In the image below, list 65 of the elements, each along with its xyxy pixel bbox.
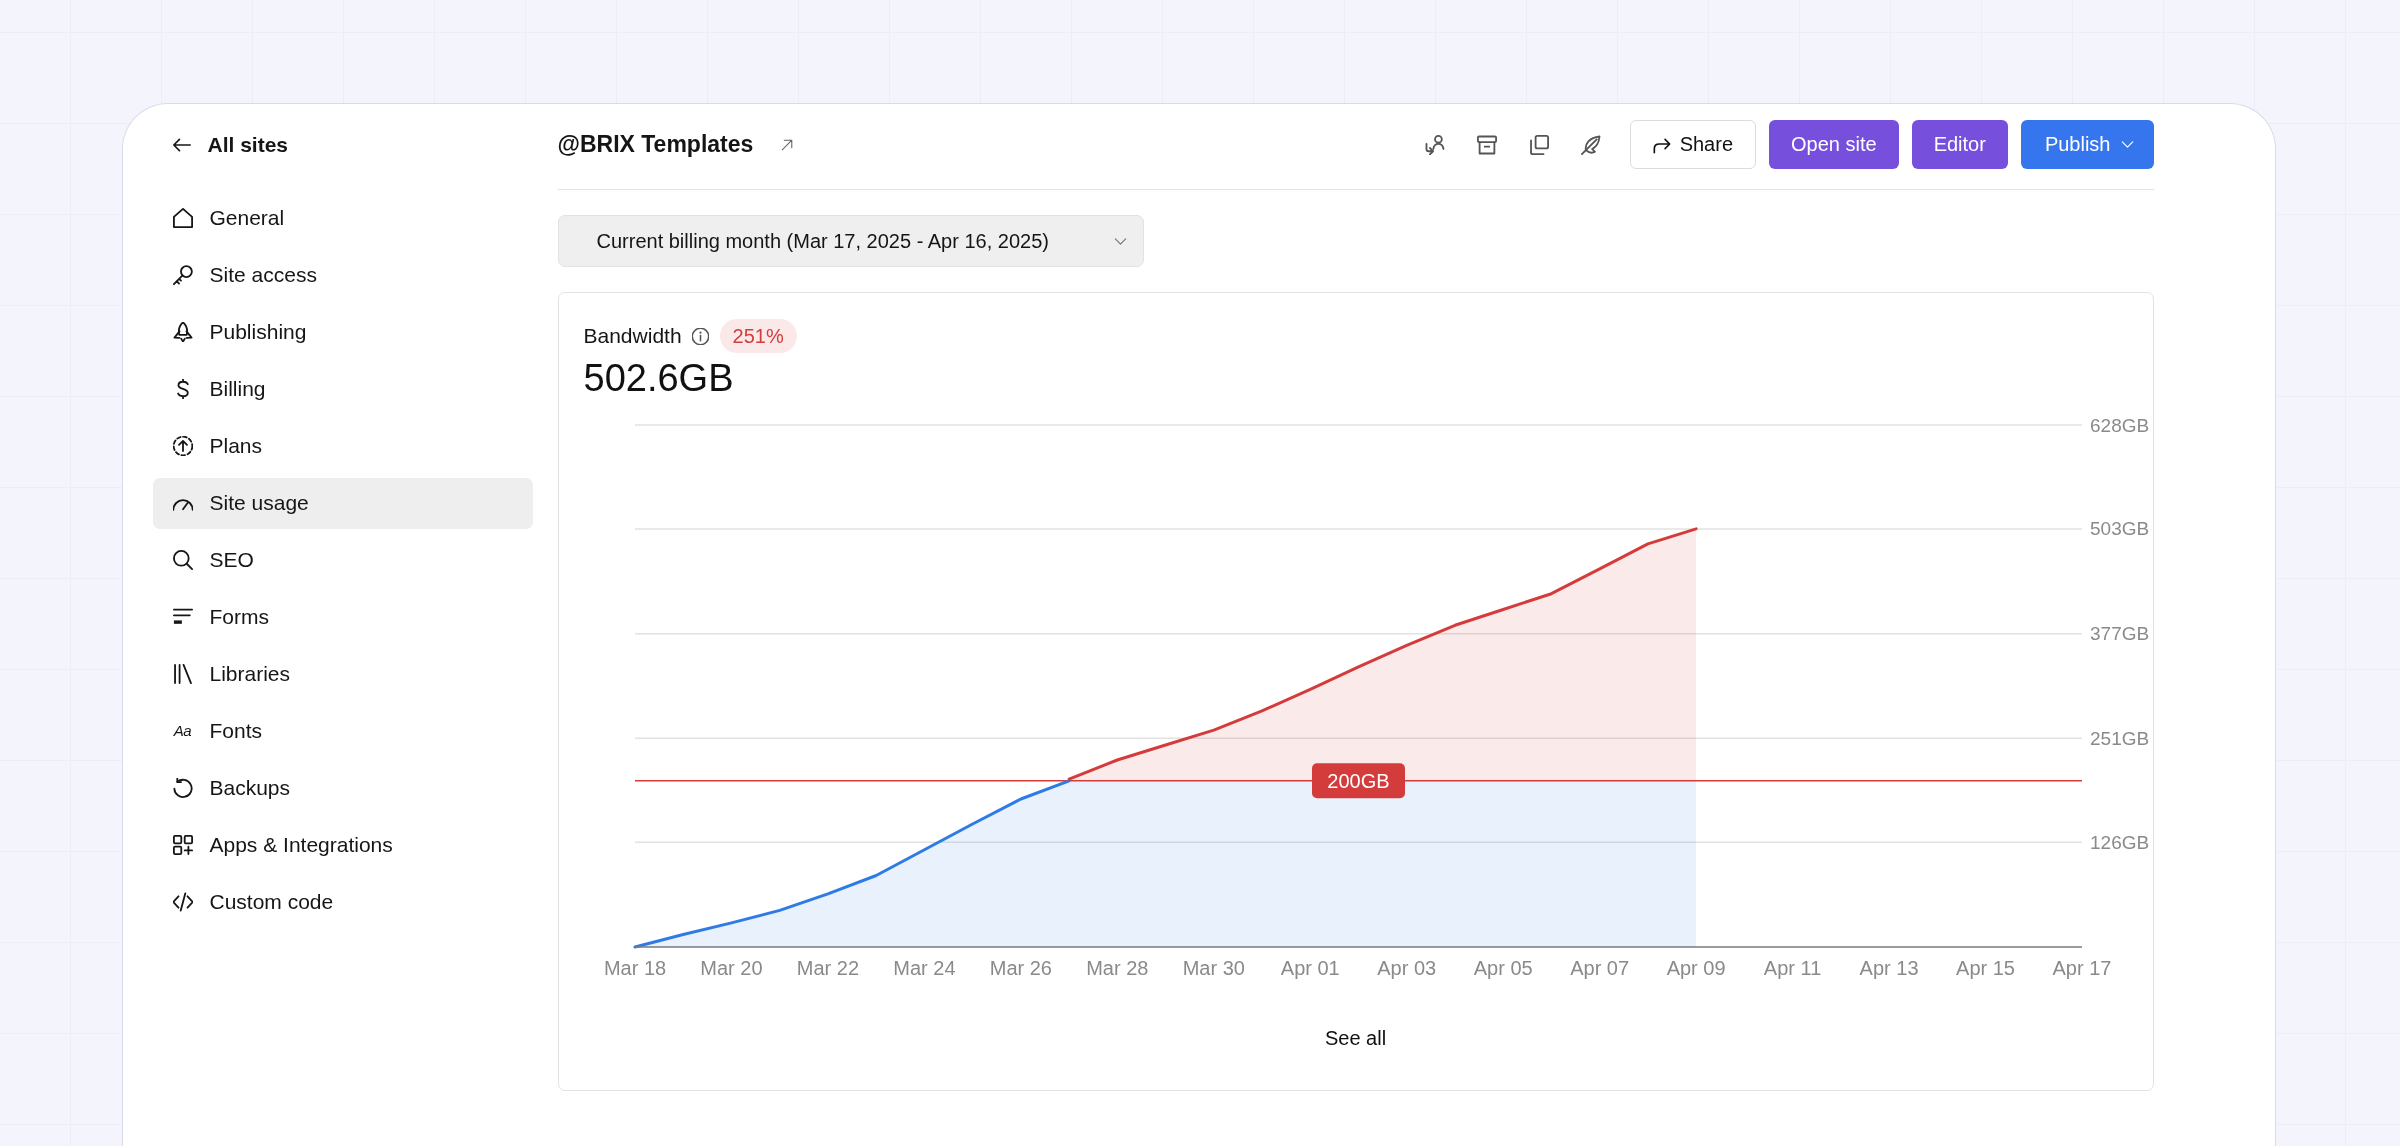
dashed-circle-arrow-icon: [172, 436, 193, 456]
person-arrow-icon[interactable]: [1424, 134, 1445, 155]
x-axis-label: Apr 07: [1569, 956, 1629, 979]
nav-item[interactable]: Publishing: [152, 306, 533, 358]
ref-line-label: 200GB: [1326, 769, 1390, 792]
nav-item[interactable]: Aa Fonts: [152, 705, 533, 757]
apps-grid-icon: [172, 835, 193, 855]
nav-item[interactable]: Forms: [152, 591, 533, 643]
code-icon: [172, 892, 193, 912]
nav-item[interactable]: Custom code: [152, 876, 533, 928]
house-icon: [172, 208, 193, 228]
x-axis-label: Mar 18: [603, 956, 666, 979]
site-title: @BRIX Templates: [557, 131, 754, 158]
period-dropdown[interactable]: Current billing month (Mar 17, 2025 - Apr 16, 2025): [557, 215, 1144, 267]
see-all-link[interactable]: See all: [1324, 1026, 1387, 1049]
x-axis-label: Mar 20: [699, 956, 763, 979]
x-axis-label: Mar 22: [796, 956, 859, 979]
nav-item[interactable]: SEO: [152, 534, 533, 586]
x-axis-label: Mar 26: [989, 956, 1052, 979]
limit-badge: 200GB: [1311, 762, 1405, 798]
search-icon: [172, 550, 193, 570]
chevron-down-icon: [2120, 138, 2134, 151]
metric-label: Bandwidth: [583, 324, 682, 348]
x-axis-label: Apr 15: [1955, 956, 2015, 979]
nav-item[interactable]: Plans: [152, 420, 533, 472]
x-axis-label: Apr 17: [2052, 956, 2111, 979]
nav-item[interactable]: Apps & Integrations: [152, 819, 533, 871]
x-axis-label: Apr 03: [1376, 956, 1436, 979]
y-axis-label: 503GB: [2089, 517, 2149, 539]
x-axis-label: Mar 30: [1182, 956, 1245, 979]
share-button[interactable]: Share: [1629, 120, 1757, 169]
nav-item[interactable]: Billing: [152, 363, 533, 415]
x-axis-label: Apr 01: [1280, 956, 1340, 979]
x-axis-label: Apr 09: [1666, 956, 1726, 979]
x-axis-label: Apr 13: [1859, 956, 1919, 979]
x-axis-label: Mar 24: [892, 956, 956, 979]
nav-item[interactable]: Backups: [152, 762, 533, 814]
nav-item[interactable]: General: [152, 192, 533, 244]
archive-box-icon[interactable]: [1476, 134, 1497, 155]
lines-icon: [172, 607, 193, 627]
nav-item[interactable]: Libraries: [152, 648, 533, 700]
publish-button[interactable]: Publish: [2020, 120, 2154, 169]
arrow-up-right-icon[interactable]: [781, 138, 794, 151]
open-site-button[interactable]: Open site: [1769, 120, 1899, 169]
font-icon: Aa: [172, 721, 193, 741]
y-axis-label: 377GB: [2089, 622, 2149, 644]
back-link[interactable]: All sites: [152, 120, 295, 169]
key-icon: [172, 265, 193, 285]
x-axis-label: Mar 28: [1085, 956, 1148, 979]
x-axis-label: Apr 11: [1763, 956, 1821, 979]
info-icon[interactable]: [691, 327, 709, 345]
y-axis-label: 126GB: [2089, 831, 2149, 853]
books-icon: [172, 664, 193, 684]
metric-total: 502.6GB: [583, 356, 734, 401]
y-axis-label: 628GB: [2089, 414, 2149, 435]
rocket-icon: [172, 322, 193, 342]
nav-item[interactable]: Site usage: [152, 477, 533, 529]
rotate-left-icon: [172, 778, 193, 798]
copy-icon[interactable]: [1528, 134, 1549, 155]
editor-button[interactable]: Editor: [1911, 120, 2008, 169]
nav-item[interactable]: Site access: [152, 249, 533, 301]
x-axis-label: Apr 05: [1473, 956, 1533, 979]
y-axis-label: 251GB: [2089, 727, 2149, 749]
usage-percent-badge: 251%: [719, 319, 797, 353]
feather-icon[interactable]: [1580, 134, 1601, 155]
